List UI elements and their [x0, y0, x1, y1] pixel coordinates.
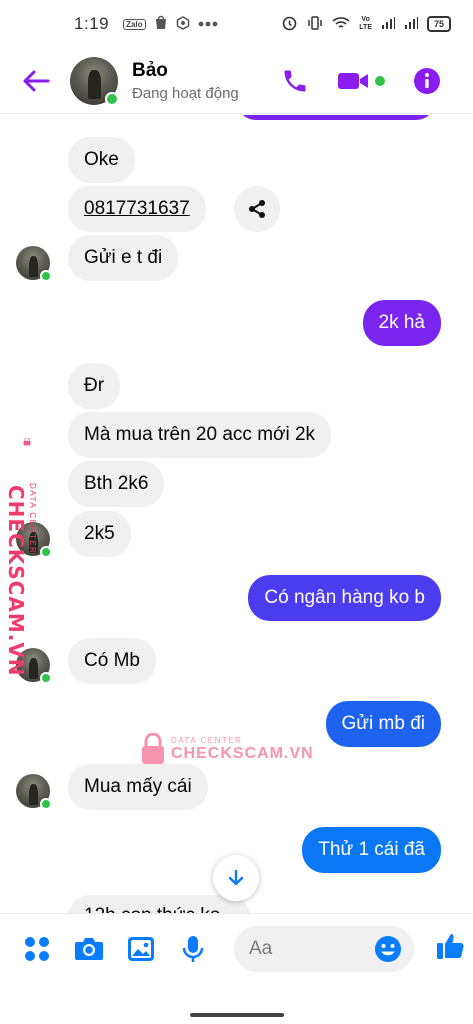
- vibrate-icon: [307, 15, 323, 34]
- thumbs-up-icon: [437, 934, 464, 959]
- share-button[interactable]: [234, 186, 280, 232]
- phone-number-link[interactable]: 0817731637: [84, 198, 190, 219]
- online-indicator: [105, 91, 119, 106]
- message-text: Oke: [84, 149, 119, 170]
- watermark-side-sub: DATA CENTER: [28, 483, 37, 555]
- emoji-button[interactable]: [374, 935, 402, 968]
- online-indicator: [40, 798, 52, 810]
- back-arrow-icon: [23, 70, 50, 91]
- watermark-center: DATA CENTER CHECKSCAM.VN: [140, 733, 314, 765]
- hexagon-icon: [176, 15, 190, 33]
- volte-icon: Vo LTE: [359, 16, 372, 31]
- scroll-to-bottom-button[interactable]: [213, 855, 259, 901]
- like-button[interactable]: [436, 931, 466, 966]
- wifi-icon: [332, 16, 350, 33]
- phone-icon: [284, 70, 306, 91]
- voice-call-button[interactable]: [281, 67, 309, 95]
- message-input-wrap: [234, 925, 414, 972]
- watermark-side-brand: CHECKSCAM.VN: [4, 485, 28, 677]
- gallery-button[interactable]: [126, 934, 156, 964]
- online-indicator: [40, 546, 52, 558]
- info-button[interactable]: [413, 67, 441, 95]
- status-left-icons: Zalo: [123, 15, 217, 33]
- shop-icon: [154, 15, 168, 33]
- message-text: Có ngân hàng ko b: [264, 587, 425, 608]
- incoming-message[interactable]: Có Mb: [68, 638, 156, 684]
- grid-dots-icon: [25, 936, 49, 961]
- message-text: 2k hả: [378, 312, 425, 333]
- watermark-lock-icon: [23, 438, 31, 446]
- outgoing-message[interactable]: Thử 1 cái đã: [302, 827, 441, 873]
- outgoing-message[interactable]: Gửi mb đi: [325, 701, 441, 747]
- outgoing-message[interactable]: Có ngân hàng ko b: [248, 575, 441, 621]
- status-right-icons: Vo LTE 75: [281, 14, 451, 34]
- arrow-down-icon: [228, 869, 244, 886]
- message-text: Mà mua trên 20 acc mới 2k: [84, 424, 316, 445]
- microphone-icon: [182, 935, 204, 962]
- message-text: Bth 2k6: [84, 473, 149, 494]
- outgoing-message[interactable]: 2k hả: [362, 300, 441, 346]
- image-icon: [128, 936, 154, 961]
- message-text: Gửi mb đi: [341, 713, 425, 734]
- signal-icon: [381, 16, 395, 33]
- message-text: Gửi e t đi: [84, 247, 163, 268]
- message-composer: [0, 913, 473, 983]
- video-camera-icon: [338, 72, 368, 89]
- message-input[interactable]: [249, 937, 369, 960]
- home-indicator[interactable]: [190, 1013, 284, 1017]
- voice-message-button[interactable]: [178, 934, 208, 964]
- video-call-button[interactable]: [337, 69, 385, 93]
- incoming-message[interactable]: Mua mấy cái: [68, 764, 208, 810]
- camera-icon: [75, 937, 103, 960]
- contact-info[interactable]: Bảo Đang hoạt động: [132, 60, 239, 102]
- incoming-message-phone-link[interactable]: 0817731637: [68, 186, 206, 232]
- incoming-message[interactable]: Oke: [68, 137, 135, 183]
- alarm-icon: [281, 14, 298, 34]
- more-dots-icon: [198, 18, 218, 30]
- conversation-header: Bảo Đang hoạt động: [0, 48, 473, 114]
- watermark-center-brand: CHECKSCAM.VN: [171, 744, 314, 762]
- contact-name: Bảo: [132, 59, 168, 81]
- incoming-message[interactable]: Bth 2k6: [68, 461, 165, 507]
- contact-avatar[interactable]: [70, 56, 119, 106]
- message-list[interactable]: Oke 0817731637 Gửi e t đi 2k hả Đr Mà mu…: [0, 115, 473, 915]
- more-actions-button[interactable]: [22, 934, 52, 964]
- battery-icon: 75: [427, 16, 451, 32]
- message-text: Thử 1 cái đã: [318, 839, 425, 860]
- incoming-message-partial[interactable]: 12h con thức ko: [68, 895, 250, 915]
- header-actions: [281, 67, 441, 95]
- message-text: Mua mấy cái: [84, 776, 192, 797]
- message-text: Có Mb: [84, 650, 140, 671]
- system-nav-bar: [0, 983, 473, 1024]
- message-text: Đr: [84, 375, 105, 396]
- status-time: 1:19: [74, 14, 110, 33]
- message-text: 2k5: [84, 523, 115, 544]
- contact-status: Đang hoạt động: [132, 84, 239, 102]
- back-button[interactable]: [8, 53, 64, 109]
- camera-button[interactable]: [74, 934, 104, 964]
- incoming-message[interactable]: Đr: [68, 363, 121, 409]
- incoming-message[interactable]: Gửi e t đi: [68, 235, 179, 281]
- emoji-icon: [375, 935, 401, 962]
- video-online-dot: [375, 75, 385, 86]
- zalo-icon: Zalo: [123, 18, 146, 30]
- watermark-center-sub: DATA CENTER: [171, 735, 243, 745]
- online-indicator: [40, 270, 52, 282]
- online-indicator: [40, 672, 52, 684]
- outgoing-message-fragment: [236, 115, 436, 120]
- info-icon: [414, 67, 440, 94]
- watermark-lock-icon: [142, 733, 164, 764]
- signal-icon: [404, 16, 418, 33]
- incoming-message[interactable]: Mà mua trên 20 acc mới 2k: [68, 412, 332, 458]
- share-icon: [249, 200, 265, 218]
- status-bar: 1:19 Zalo Vo LTE 75: [0, 0, 473, 48]
- incoming-message[interactable]: 2k5: [68, 511, 131, 557]
